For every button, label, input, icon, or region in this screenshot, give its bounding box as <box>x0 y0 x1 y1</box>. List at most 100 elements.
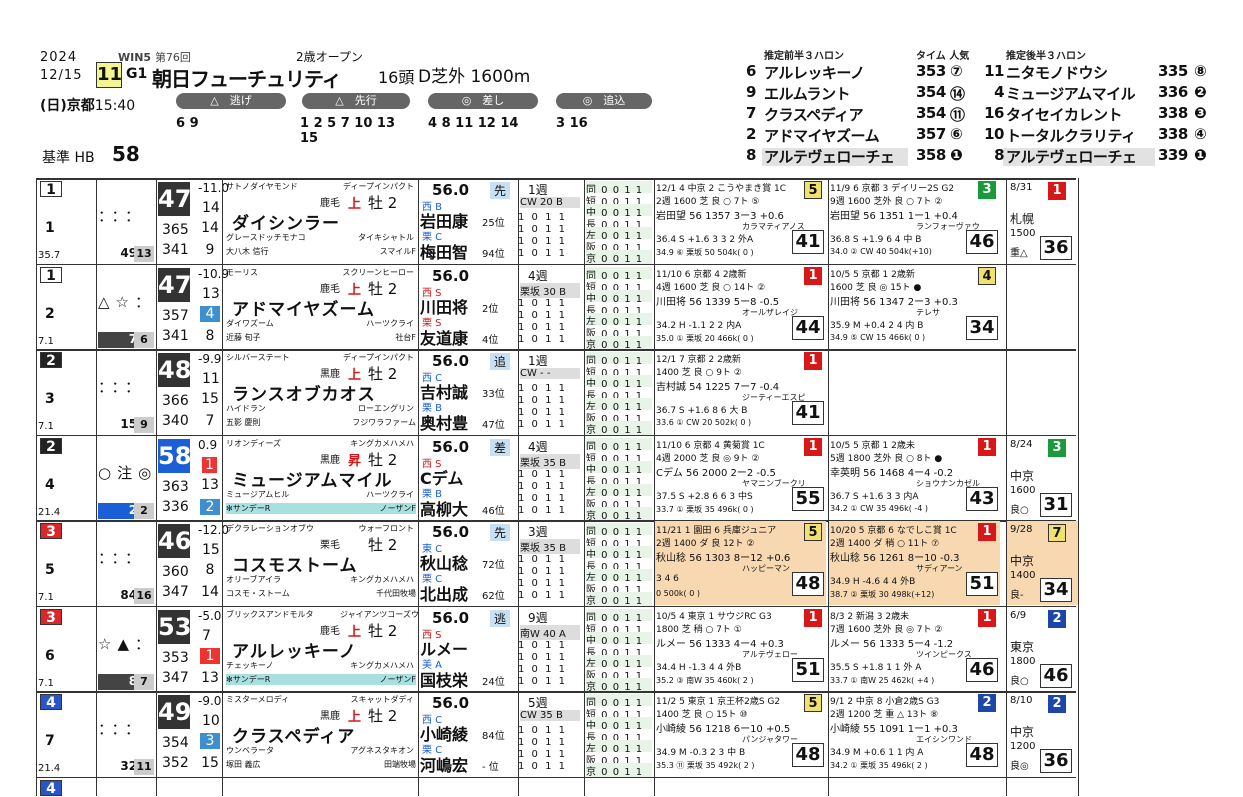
predict-front-time[interactable]: 353 <box>916 62 946 80</box>
predict-back-time[interactable]: 336 <box>1158 83 1188 101</box>
predict-front-time[interactable]: 354 <box>916 104 946 122</box>
predict-front-name[interactable]: アルレッキーノ <box>764 62 865 83</box>
past-race-3-dist: 1500 <box>1010 228 1036 239</box>
past-race-2-head[interactable]: 8/3 2 新潟 3 2歳未 <box>830 609 909 622</box>
damsire-name: キングカメハメハ <box>350 439 414 448</box>
trainer-rank: - 位 <box>482 762 499 773</box>
popularity-badge: 9 <box>134 417 154 433</box>
past-race-2-head[interactable]: 10/20 5 京都 6 なでしこ賞 1C <box>830 523 957 536</box>
horse-name[interactable]: ダイシンラー <box>232 209 340 234</box>
trainer-name[interactable]: 北出成 <box>420 581 468 605</box>
past-race-1-head[interactable]: 10/5 4 東京 1 サウジRC G3 <box>656 609 772 622</box>
trainer-name[interactable]: 国枝栄 <box>420 667 468 691</box>
coat-color: 黒鹿 <box>320 711 340 722</box>
style-horses-stalker: 4 8 11 12 14 <box>428 116 519 131</box>
rating-diff: -10.9 <box>198 267 230 281</box>
back3f: 352 <box>162 755 189 771</box>
predict-back-pop[interactable]: ❸ <box>1194 104 1207 122</box>
predict-back-name[interactable]: アルテヴェローチェ <box>1006 146 1137 167</box>
coat-color: 鹿毛 <box>320 626 340 637</box>
past-race-1-train: 34.9 ⑥ 栗坂 50 504k( 0 ) <box>656 248 754 257</box>
past-race-1-head[interactable]: 11/10 6 京都 4 黄菊賞 1C <box>656 438 765 451</box>
run-style: 差 <box>490 439 510 456</box>
dam-name: ハイドラン <box>226 404 266 413</box>
predict-back-name[interactable]: ニタモノドウシ <box>1006 62 1108 83</box>
trainer-rank: 47位 <box>482 420 505 431</box>
past-race-1-index: 41 <box>792 401 824 425</box>
horse-name[interactable]: アルレッキーノ <box>232 637 357 662</box>
predict-front-name[interactable]: アドマイヤズーム <box>764 125 880 146</box>
ext-value: 7.1 <box>38 336 54 347</box>
past-race-1-head[interactable]: 11/21 1 園田 6 兵庫ジュニア <box>656 523 776 536</box>
predict-front-name[interactable]: アルテヴェローチェ <box>764 146 895 167</box>
predict-front-no[interactable]: 8 <box>746 146 756 164</box>
predict-back-pop[interactable]: ⑧ <box>1194 62 1207 80</box>
predict-back-no[interactable]: 11 <box>984 62 1004 80</box>
mark-symbols: ：：： <box>98 549 147 567</box>
predict-front-pop[interactable]: ⑥ <box>950 125 963 143</box>
past-race-1-finish: 5 <box>804 694 822 712</box>
predict-back-no[interactable]: 8 <box>984 146 1004 164</box>
trainer-name[interactable]: 奥村豊 <box>420 410 468 434</box>
predict-front-time[interactable]: 357 <box>916 125 946 143</box>
record-row: 1 0 1 1 <box>518 761 567 772</box>
predict-front-no[interactable]: 9 <box>746 83 756 101</box>
past-race-3-venue: 中京 <box>1010 469 1035 483</box>
predict-back-name[interactable]: トータルクラリティ <box>1006 125 1136 146</box>
predict-back-time[interactable]: 338 <box>1158 104 1188 122</box>
past-race-1-train: 35.2 ③ 南W 35 460k( 2 ) <box>656 676 754 685</box>
record-row: 1 0 1 1 <box>518 322 567 333</box>
predict-back-pop[interactable]: ❷ <box>1194 83 1207 101</box>
predict-front-pop[interactable]: ❶ <box>950 146 963 164</box>
predict-front-name[interactable]: エルムラント <box>764 83 850 104</box>
predict-back-no[interactable]: 4 <box>984 83 1004 101</box>
past-race-2-head[interactable]: 10/5 5 京都 1 2歳未 <box>830 438 915 451</box>
predict-front-pop[interactable]: ⑪ <box>950 104 965 125</box>
past-race-1-head[interactable]: 12/1 4 中京 2 こうやまき賞 1C <box>656 181 786 194</box>
predict-back-pop[interactable]: ④ <box>1194 125 1207 143</box>
past-race-2-head[interactable]: 11/9 6 京都 3 デイリー2S G2 <box>830 181 954 194</box>
predict-front-time[interactable]: 358 <box>916 146 946 164</box>
predict-front-no[interactable]: 6 <box>746 62 756 80</box>
predict-back-time[interactable]: 338 <box>1158 125 1188 143</box>
predict-front-time[interactable]: 354 <box>916 83 946 101</box>
past-race-2-head[interactable]: 9/1 2 中京 8 小倉2歳S G3 <box>830 694 939 707</box>
trainer-name[interactable]: 友道康 <box>420 325 468 349</box>
past-race-3-venue: 札幌 <box>1010 212 1035 226</box>
predict-front-pop[interactable]: ⑦ <box>950 62 963 80</box>
race-date: 12/15 <box>40 68 83 83</box>
horse-number: 1 <box>45 220 55 236</box>
run-style: 追 <box>490 353 510 370</box>
trainer-name[interactable]: 河嶋宏 <box>420 752 468 776</box>
carried-weight: 56.0 <box>432 352 470 370</box>
trainer-name[interactable]: 高柳大 <box>420 496 468 520</box>
horse-name[interactable]: ミュージアムマイル <box>232 466 392 491</box>
horse-name[interactable]: コスモストーム <box>232 551 358 576</box>
predict-back-name[interactable]: ミュージアムマイル <box>1006 83 1136 104</box>
training-info: CW - - <box>520 368 580 379</box>
past-race-2-head[interactable]: 10/5 5 京都 1 2歳新 <box>830 267 915 280</box>
past-race-3-venue: 東京 <box>1010 640 1035 654</box>
trainer-rank: 4位 <box>482 335 499 346</box>
predict-back-pop[interactable]: ❶ <box>1194 146 1207 164</box>
predict-back-name[interactable]: タイセイカレント <box>1006 104 1123 125</box>
past-race-1-head[interactable]: 11/2 5 東京 1 京王杯2歳S G2 <box>656 694 780 707</box>
predict-back-no[interactable]: 16 <box>984 104 1004 122</box>
past-race-1-head[interactable]: 12/1 7 京都 2 2歳新 <box>656 352 741 365</box>
horse-name[interactable]: アドマイヤズーム <box>232 295 375 320</box>
predict-back-time[interactable]: 339 <box>1158 146 1188 164</box>
front3f: 360 <box>162 564 189 580</box>
predict-front-pop[interactable]: ⑭ <box>950 83 965 104</box>
rating-box: 47 <box>158 268 191 302</box>
ext-value: 7.1 <box>38 592 54 603</box>
predict-back-no[interactable]: 10 <box>984 125 1004 143</box>
horse-name[interactable]: クラスペディア <box>232 722 355 747</box>
predict-front-no[interactable]: 2 <box>746 125 756 143</box>
predict-front-name[interactable]: クラスペディア <box>764 104 864 125</box>
horse-name[interactable]: ランスオブカオス <box>232 380 376 405</box>
predict-front-no[interactable]: 7 <box>746 104 756 122</box>
past-race-1-head[interactable]: 11/10 6 京都 4 2歳新 <box>656 267 747 280</box>
trainer-name[interactable]: 梅田智 <box>420 239 468 263</box>
rating-diff: -5.0 <box>198 609 222 623</box>
predict-back-time[interactable]: 335 <box>1158 62 1188 80</box>
